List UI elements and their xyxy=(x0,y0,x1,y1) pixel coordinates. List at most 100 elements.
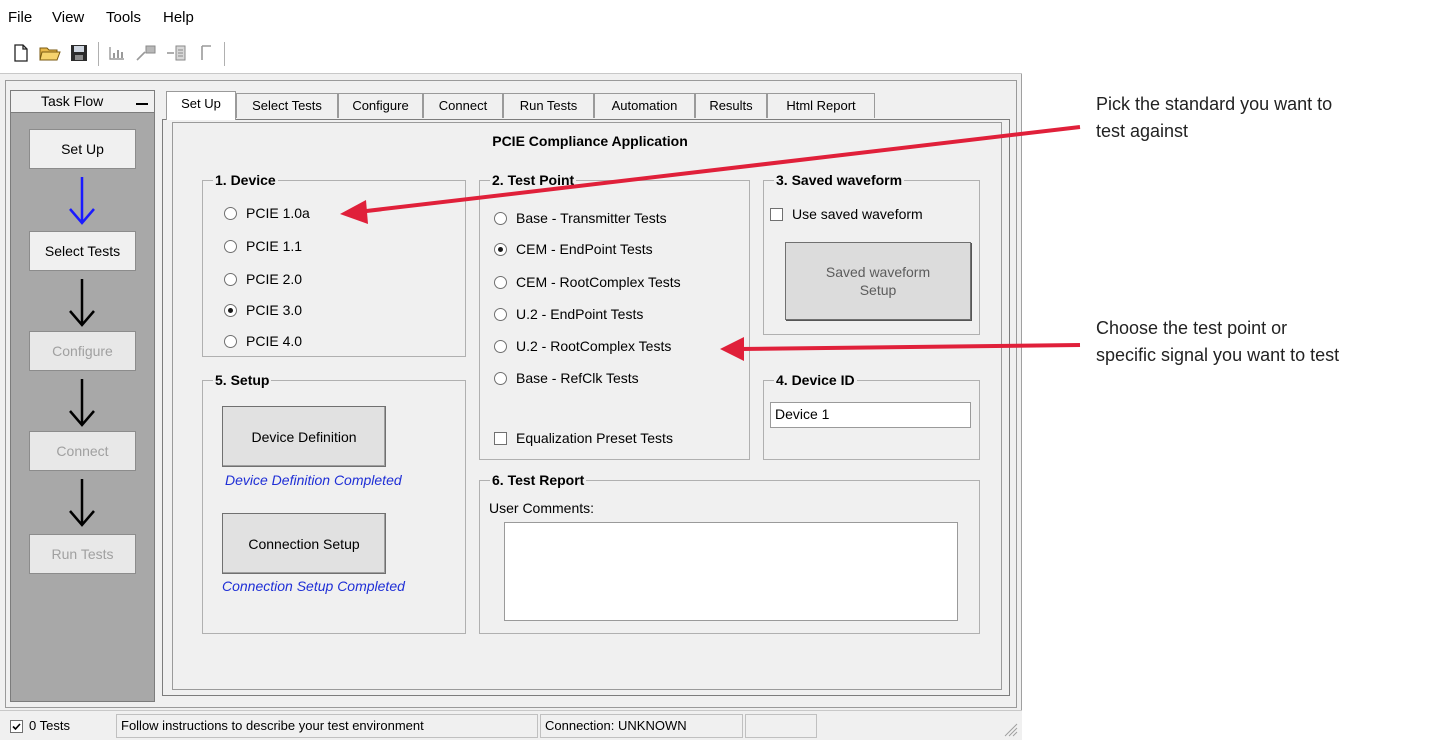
test-report-group-title: 6. Test Report xyxy=(490,471,587,489)
user-comments-label: User Comments: xyxy=(489,500,595,516)
test-point-option[interactable]: CEM - RootComplex Tests xyxy=(494,274,681,290)
tab-configure[interactable]: Configure xyxy=(338,93,423,118)
option-label: CEM - RootComplex Tests xyxy=(516,274,681,290)
option-label: Base - RefClk Tests xyxy=(516,370,639,386)
flow-arrow-down-icon xyxy=(69,279,95,327)
flow-connect-button[interactable]: Connect xyxy=(29,431,136,471)
use-saved-waveform-checkbox[interactable] xyxy=(770,207,783,221)
tab-automation[interactable]: Automation xyxy=(594,93,695,118)
radio-button-checked[interactable] xyxy=(224,303,237,317)
menu-file[interactable]: File xyxy=(8,9,32,26)
new-document-icon[interactable] xyxy=(8,39,34,67)
open-folder-icon[interactable] xyxy=(37,39,63,67)
menu-help[interactable]: Help xyxy=(163,9,194,26)
option-label: PCIE 2.0 xyxy=(246,271,303,287)
test-point-option[interactable]: Base - RefClk Tests xyxy=(494,370,639,386)
menu-view[interactable]: View xyxy=(52,9,84,26)
user-comments-textarea[interactable] xyxy=(504,522,958,621)
option-label: PCIE 1.1 xyxy=(246,238,303,254)
option-label: Base - Transmitter Tests xyxy=(516,210,667,226)
device-definition-status: Device Definition Completed xyxy=(225,472,402,488)
bracket-icon[interactable] xyxy=(193,39,219,67)
flow-run-tests-label: Run Tests xyxy=(51,546,114,562)
device-id-input[interactable]: Device 1 xyxy=(770,402,971,428)
tab-run-tests[interactable]: Run Tests xyxy=(503,93,594,118)
test-point-option[interactable]: U.2 - EndPoint Tests xyxy=(494,306,643,322)
radio-button[interactable] xyxy=(494,211,507,225)
menu-tools[interactable]: Tools xyxy=(106,9,141,26)
test-point-option[interactable]: CEM - EndPoint Tests xyxy=(494,241,653,257)
test-point-option[interactable]: Base - Transmitter Tests xyxy=(494,210,667,226)
tab-set-up[interactable]: Set Up xyxy=(166,91,236,120)
option-label: U.2 - RootComplex Tests xyxy=(516,338,672,354)
checkbox-label: Use saved waveform xyxy=(792,206,923,222)
equalization-preset-checkbox[interactable] xyxy=(494,431,507,445)
device-group-title: 1. Device xyxy=(213,171,278,189)
option-label: PCIE 3.0 xyxy=(246,302,303,318)
radio-button[interactable] xyxy=(224,239,237,253)
equalization-preset-checkbox-row[interactable]: Equalization Preset Tests xyxy=(494,430,673,446)
device-option-pcie-3-0[interactable]: PCIE 3.0 xyxy=(224,302,302,318)
connection-setup-button[interactable]: Connection Setup xyxy=(222,513,386,574)
test-point-group-title: 2. Test Point xyxy=(490,171,577,189)
connection-setup-status: Connection Setup Completed xyxy=(222,578,405,594)
flow-configure-button[interactable]: Configure xyxy=(29,331,136,371)
radio-button[interactable] xyxy=(494,371,507,385)
radio-button[interactable] xyxy=(494,275,507,289)
tab-html-report[interactable]: Html Report xyxy=(767,93,875,118)
saved-waveform-setup-button[interactable]: Saved waveform Setup xyxy=(785,242,971,320)
save-disk-icon[interactable] xyxy=(66,39,92,67)
page-title: PCIE Compliance Application xyxy=(492,133,688,149)
device-option-pcie-1-1[interactable]: PCIE 1.1 xyxy=(224,238,302,254)
flow-set-up-button[interactable]: Set Up xyxy=(29,129,136,169)
tab-select-tests[interactable]: Select Tests xyxy=(236,93,338,118)
tab-connect[interactable]: Connect xyxy=(423,93,503,118)
chart-icon[interactable] xyxy=(104,39,130,67)
annotation-standard-line-1: Pick the standard you want to xyxy=(1096,94,1333,114)
option-label: PCIE 4.0 xyxy=(246,333,303,349)
radio-button[interactable] xyxy=(224,272,237,286)
annotation-standard: Pick the standard you want to test again… xyxy=(1096,91,1332,145)
checkbox-label: Equalization Preset Tests xyxy=(516,430,673,446)
connection-status: Connection: UNKNOWN xyxy=(540,714,743,738)
annotation-test-point-line-1: Choose the test point or xyxy=(1096,318,1288,338)
use-saved-waveform-row[interactable]: Use saved waveform xyxy=(770,206,923,222)
application-window: File View Tools Help Task Flow Set Up Se… xyxy=(0,0,1022,740)
status-bar: 0 Tests Follow instructions to describe … xyxy=(0,710,1022,740)
status-message: Follow instructions to describe your tes… xyxy=(116,714,538,738)
radio-button[interactable] xyxy=(494,307,507,321)
flow-arrow-down-icon xyxy=(69,177,95,225)
flow-configure-label: Configure xyxy=(52,343,113,359)
device-option-pcie-4-0[interactable]: PCIE 4.0 xyxy=(224,333,302,349)
device-id-group-title: 4. Device ID xyxy=(774,371,857,389)
task-flow-header: Task Flow xyxy=(11,91,154,113)
flow-set-up-label: Set Up xyxy=(61,141,104,157)
checked-box-icon xyxy=(10,719,23,733)
option-label: U.2 - EndPoint Tests xyxy=(516,306,644,322)
tab-results[interactable]: Results xyxy=(695,93,767,118)
toolbar xyxy=(0,36,1022,74)
device-option-pcie-2-0[interactable]: PCIE 2.0 xyxy=(224,271,302,287)
flow-connect-label: Connect xyxy=(56,443,109,459)
device-option-pcie-1-0a[interactable]: PCIE 1.0a xyxy=(224,205,310,221)
radio-button[interactable] xyxy=(224,334,237,348)
device-definition-button[interactable]: Device Definition xyxy=(222,406,386,467)
test-count-cell: 0 Tests xyxy=(6,714,114,738)
test-point-option[interactable]: U.2 - RootComplex Tests xyxy=(494,338,671,354)
status-empty-cell xyxy=(745,714,817,738)
test-count-text: 0 Tests xyxy=(29,718,70,733)
radio-button[interactable] xyxy=(494,339,507,353)
flow-arrow-down-icon xyxy=(69,379,95,427)
flow-select-tests-label: Select Tests xyxy=(44,243,121,259)
export-icon[interactable] xyxy=(133,39,159,67)
flow-run-tests-button[interactable]: Run Tests xyxy=(29,534,136,574)
setup-group-title: 5. Setup xyxy=(213,371,272,389)
menu-bar: File View Tools Help xyxy=(0,0,1022,36)
resize-grip-icon[interactable] xyxy=(1002,721,1018,737)
radio-button[interactable] xyxy=(224,206,237,220)
minimize-icon[interactable] xyxy=(136,89,148,105)
task-flow-title: Task Flow xyxy=(41,93,104,109)
report-icon[interactable] xyxy=(163,39,189,67)
flow-select-tests-button[interactable]: Select Tests xyxy=(29,231,136,271)
radio-button-checked[interactable] xyxy=(494,242,507,256)
